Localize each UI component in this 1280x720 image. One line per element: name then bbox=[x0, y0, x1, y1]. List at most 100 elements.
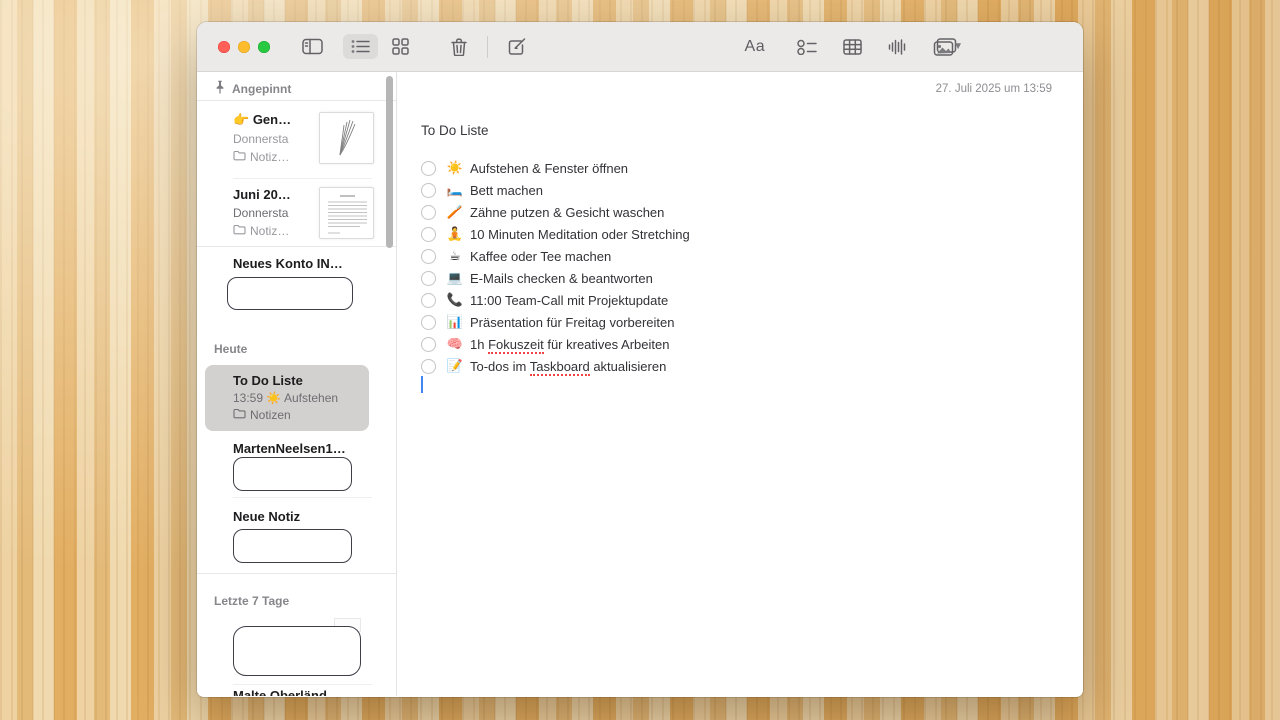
pin-icon bbox=[214, 80, 226, 97]
note-sketch-preview bbox=[227, 277, 353, 310]
sidebar-scrollbar[interactable] bbox=[386, 76, 393, 248]
folder-icon bbox=[233, 224, 246, 238]
format-icon: Aa bbox=[739, 34, 772, 60]
checklist-item: ☀️ Aufstehen & Fenster öffnen bbox=[421, 157, 690, 179]
audio-record-button[interactable] bbox=[880, 33, 915, 61]
item-emoji: 📊 bbox=[445, 314, 465, 330]
item-emoji: 🧘 bbox=[445, 226, 465, 242]
checkbox-circle[interactable] bbox=[421, 161, 436, 176]
section-separator bbox=[197, 573, 396, 574]
format-button[interactable]: Aa bbox=[731, 29, 780, 65]
section-separator bbox=[197, 100, 396, 101]
checkbox-circle[interactable] bbox=[421, 205, 436, 220]
table-button[interactable] bbox=[835, 34, 870, 60]
toolbar: Aa bbox=[197, 22, 1083, 72]
note-sketch-preview bbox=[233, 457, 352, 491]
list-item-to-do-liste-selected[interactable]: To Do Liste 13:59 ☀️ Aufstehen Notizen bbox=[205, 365, 369, 431]
toolbar-right-group: Aa bbox=[731, 29, 971, 65]
new-note-button[interactable] bbox=[500, 33, 535, 61]
checklist-item: 🧠 1h Fokuszeit für kreatives Arbeiten bbox=[421, 333, 690, 355]
item-emoji: 📝 bbox=[445, 358, 465, 374]
note-folder: Notizen bbox=[233, 408, 369, 422]
close-button[interactable] bbox=[218, 41, 230, 53]
pinned-section-header: Angepinnt bbox=[214, 80, 291, 97]
list-view-button[interactable] bbox=[343, 34, 378, 59]
checklist-item: ☕ Kaffee oder Tee machen bbox=[421, 245, 690, 267]
list-item-pinned-1[interactable]: 👉 Gen… Donnersta Notiz… bbox=[233, 112, 374, 164]
item-text: Zähne putzen & Gesicht waschen bbox=[470, 205, 664, 220]
item-text: E-Mails checken & beantworten bbox=[470, 271, 653, 286]
gallery-view-button[interactable] bbox=[384, 33, 417, 60]
item-emoji: 💻 bbox=[445, 270, 465, 286]
checklist-item: 🧘 10 Minuten Meditation oder Stretching bbox=[421, 223, 690, 245]
traffic-lights bbox=[218, 41, 270, 53]
delete-note-button[interactable] bbox=[443, 33, 475, 61]
checklist-item: 📞 11:00 Team-Call mit Projektupdate bbox=[421, 289, 690, 311]
checklist-item: 🛏️ Bett machen bbox=[421, 179, 690, 201]
last7-section-label: Letzte 7 Tage bbox=[214, 594, 289, 608]
note-timestamp: 27. Juli 2025 um 13:59 bbox=[936, 83, 1052, 95]
pinned-section-label: Angepinnt bbox=[232, 82, 291, 96]
item-emoji: 🛏️ bbox=[445, 182, 465, 198]
checkbox-circle[interactable] bbox=[421, 293, 436, 308]
checkbox-circle[interactable] bbox=[421, 271, 436, 286]
checkbox-circle[interactable] bbox=[421, 337, 436, 352]
today-section-label: Heute bbox=[214, 342, 247, 356]
note-title: MartenNeelsen1… bbox=[233, 441, 346, 456]
checklist-item: 📊 Präsentation für Freitag vorbereiten bbox=[421, 311, 690, 333]
last7-section-header: Letzte 7 Tage bbox=[214, 594, 289, 608]
zoom-button[interactable] bbox=[258, 41, 270, 53]
note-sketch-preview bbox=[233, 529, 352, 563]
note-title: Neue Notiz bbox=[233, 509, 300, 524]
item-text: 11:00 Team-Call mit Projektupdate bbox=[470, 293, 668, 308]
folder-icon bbox=[233, 150, 246, 164]
sidebar-toggle-icon bbox=[302, 38, 323, 55]
note-date: Donnersta bbox=[233, 132, 291, 146]
note-date: Donnersta bbox=[233, 206, 291, 220]
gallery-view-icon bbox=[392, 38, 409, 55]
minimize-button[interactable] bbox=[238, 41, 250, 53]
note-folder: Notiz… bbox=[233, 224, 291, 238]
toolbar-divider bbox=[487, 36, 488, 58]
item-text: Präsentation für Freitag vorbereiten bbox=[470, 315, 675, 330]
trash-icon bbox=[451, 38, 467, 56]
note-sketch-preview bbox=[233, 626, 361, 676]
item-text: 10 Minuten Meditation oder Stretching bbox=[470, 227, 690, 242]
notes-window: Aa bbox=[197, 22, 1083, 697]
note-title-clipped[interactable]: Malte Oberländ… bbox=[233, 688, 340, 696]
checklist-icon bbox=[797, 39, 817, 55]
note-preview: 13:59 ☀️ Aufstehen bbox=[233, 391, 369, 405]
checklist: ☀️ Aufstehen & Fenster öffnen 🛏️ Bett ma… bbox=[421, 157, 690, 377]
media-button[interactable]: ▼ bbox=[925, 33, 971, 61]
today-section-header: Heute bbox=[214, 342, 247, 356]
note-title: Juni 20… bbox=[233, 187, 291, 202]
item-emoji: 🪥 bbox=[445, 204, 465, 220]
item-text: 1h Fokuszeit für kreatives Arbeiten bbox=[470, 337, 669, 352]
item-emoji: ☕ bbox=[445, 248, 465, 264]
note-folder: Notiz… bbox=[233, 150, 291, 164]
audio-waveform-icon bbox=[888, 38, 907, 56]
list-item-pinned-2[interactable]: Juni 20… Donnersta Notiz… bbox=[233, 187, 374, 239]
note-thumbnail-document bbox=[319, 187, 374, 239]
checkbox-circle[interactable] bbox=[421, 315, 436, 330]
sidebar-toggle-button[interactable] bbox=[294, 33, 331, 60]
item-text: Bett machen bbox=[470, 183, 543, 198]
checklist-item: 📝 To-dos im Taskboard aktualisieren bbox=[421, 355, 690, 377]
item-text: Kaffee oder Tee machen bbox=[470, 249, 611, 264]
note-editor-pane[interactable]: 27. Juli 2025 um 13:59 To Do Liste ☀️ Au… bbox=[397, 72, 1083, 696]
table-icon bbox=[843, 39, 862, 55]
chevron-down-icon: ▼ bbox=[953, 41, 963, 52]
checkbox-circle[interactable] bbox=[421, 359, 436, 374]
checkbox-circle[interactable] bbox=[421, 249, 436, 264]
checkbox-circle[interactable] bbox=[421, 183, 436, 198]
item-emoji: 🧠 bbox=[445, 336, 465, 352]
note-thumbnail-sketch bbox=[319, 112, 374, 164]
section-separator bbox=[197, 246, 396, 247]
item-text: To-dos im Taskboard aktualisieren bbox=[470, 359, 666, 374]
notes-list-pane: Angepinnt 👉 Gen… Donnersta Notiz… bbox=[197, 72, 397, 696]
text-cursor bbox=[421, 376, 423, 393]
item-separator bbox=[233, 178, 372, 179]
checklist-button[interactable] bbox=[789, 34, 825, 60]
checklist-item: 🪥 Zähne putzen & Gesicht waschen bbox=[421, 201, 690, 223]
checkbox-circle[interactable] bbox=[421, 227, 436, 242]
